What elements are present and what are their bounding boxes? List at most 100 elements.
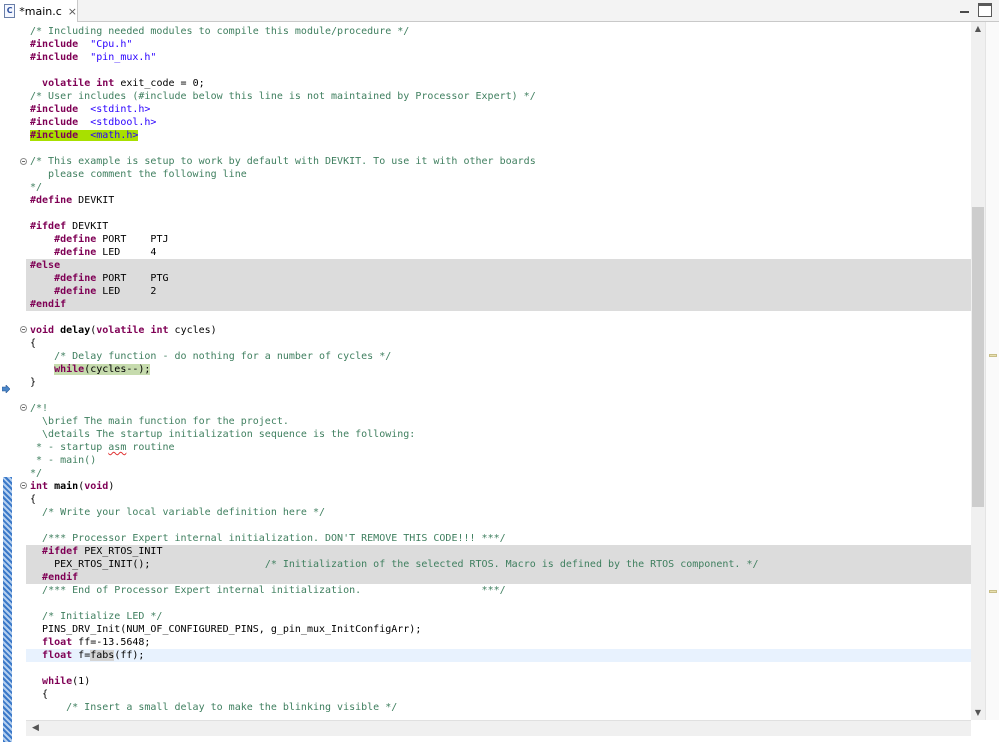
tab-main-c[interactable]: C *main.c × [0, 0, 78, 22]
code-line[interactable] [26, 389, 971, 402]
code-line[interactable]: #include <math.h> [26, 129, 971, 142]
code-line[interactable]: */ [26, 467, 971, 480]
code-line[interactable]: int main(void) [26, 480, 971, 493]
code-line[interactable]: while(1) [26, 675, 971, 688]
code-token: */ [30, 182, 43, 193]
code-line[interactable] [26, 662, 971, 675]
code-token: PEX_RTOS_INIT(); [30, 559, 265, 570]
code-line[interactable]: /* Insert a small delay to make the blin… [26, 701, 971, 714]
code-line[interactable] [26, 519, 971, 532]
code-token: /* Delay function - do nothing for a num… [54, 351, 392, 362]
code-line[interactable]: * - main() [26, 454, 971, 467]
code-line[interactable] [26, 311, 971, 324]
code-line[interactable]: #include "Cpu.h" [26, 38, 971, 51]
code-line[interactable]: /*** Processor Expert internal initializ… [26, 532, 971, 545]
code-token: int [30, 481, 49, 492]
code-token: <stdbool.h> [90, 117, 157, 128]
code-line[interactable] [26, 64, 971, 77]
code-token: #define [54, 273, 97, 284]
code-editor[interactable]: /* Including needed modules to compile t… [26, 22, 971, 720]
code-token: "Cpu.h" [90, 39, 133, 50]
code-line[interactable]: /* Including needed modules to compile t… [26, 25, 971, 38]
code-line[interactable]: /*! [26, 402, 971, 415]
code-line[interactable] [26, 142, 971, 155]
code-line[interactable]: please comment the following line [26, 168, 971, 181]
code-line[interactable]: #define PORT PTG [26, 272, 971, 285]
code-line[interactable]: #ifdef DEVKIT [26, 220, 971, 233]
maximize-icon[interactable] [978, 3, 992, 17]
code-token: \details The startup initialization sequ… [30, 429, 416, 440]
code-token: #define [54, 247, 97, 258]
code-token: { [30, 338, 37, 349]
code-line[interactable]: #else [26, 259, 971, 272]
code-token: please comment the following line [30, 169, 247, 180]
overview-marker[interactable] [989, 354, 997, 357]
code-line[interactable]: \details The startup initialization sequ… [26, 428, 971, 441]
code-line[interactable]: #define PORT PTJ [26, 233, 971, 246]
code-line[interactable]: #include <stdbool.h> [26, 116, 971, 129]
code-line[interactable]: PEX_RTOS_INIT(); /* Initialization of th… [26, 558, 971, 571]
code-line[interactable]: /* User includes (#include below this li… [26, 90, 971, 103]
code-token: delay [60, 325, 91, 336]
code-token: #endif [42, 572, 79, 583]
code-line[interactable]: * - startup asm routine [26, 441, 971, 454]
code-line[interactable]: /*** End of Processor Expert internal in… [26, 584, 971, 597]
code-token: /* Including needed modules to compile t… [30, 26, 410, 37]
code-line[interactable]: { [26, 337, 971, 350]
code-token: <math.h> [90, 130, 139, 141]
code-token: int [150, 325, 169, 336]
code-line[interactable]: /* Delay function - do nothing for a num… [26, 350, 971, 363]
overview-marker[interactable] [989, 590, 997, 593]
code-line[interactable]: /* Initialize LED */ [26, 610, 971, 623]
code-line[interactable]: \brief The main function for the project… [26, 415, 971, 428]
code-token [78, 130, 91, 141]
code-line[interactable]: float ff=-13.5648; [26, 636, 971, 649]
editor-gutter[interactable] [0, 22, 27, 742]
tab-title: *main.c [19, 4, 62, 18]
code-line[interactable]: #define LED 2 [26, 285, 971, 298]
code-line[interactable]: volatile int exit_code = 0; [26, 77, 971, 90]
horizontal-scrollbar[interactable]: ◀ [26, 720, 971, 736]
minimize-icon[interactable] [958, 3, 972, 17]
code-token: main [54, 481, 79, 492]
code-line[interactable] [26, 597, 971, 610]
code-token: <stdint.h> [90, 104, 151, 115]
code-line[interactable]: { [26, 493, 971, 506]
overview-ruler[interactable] [985, 22, 999, 720]
code-line[interactable]: #include <stdint.h> [26, 103, 971, 116]
code-line[interactable]: float f=fabs(ff); [26, 649, 971, 662]
code-line[interactable]: { [26, 688, 971, 701]
code-line[interactable]: while(cycles--); [26, 363, 971, 376]
code-line[interactable]: */ [26, 181, 971, 194]
scroll-up-icon[interactable]: ▲ [973, 24, 983, 34]
code-line[interactable]: PINS_DRV_Init(NUM_OF_CONFIGURED_PINS, g_… [26, 623, 971, 636]
scroll-left-icon[interactable]: ◀ [32, 723, 39, 733]
scroll-down-icon[interactable]: ▼ [973, 708, 983, 718]
code-token: #include [30, 117, 79, 128]
close-icon[interactable]: × [68, 5, 77, 18]
code-line[interactable]: #include "pin_mux.h" [26, 51, 971, 64]
vertical-scrollbar[interactable]: ▲ ▼ [971, 22, 985, 720]
code-token: #include [30, 104, 79, 115]
code-token: routine [126, 442, 175, 453]
code-line[interactable] [26, 207, 971, 220]
code-line[interactable]: /* This example is setup to work by defa… [26, 155, 971, 168]
code-line[interactable]: #endif [26, 571, 971, 584]
code-line[interactable]: #ifdef PEX_RTOS_INIT [26, 545, 971, 558]
code-line[interactable]: #endif [26, 298, 971, 311]
code-line[interactable]: } [26, 376, 971, 389]
code-line[interactable]: #define DEVKIT [26, 194, 971, 207]
scroll-thumb[interactable] [972, 207, 984, 507]
code-line[interactable]: #define LED 4 [26, 246, 971, 259]
code-line[interactable]: /* Write your local variable definition … [26, 506, 971, 519]
code-line[interactable]: void delay(volatile int cycles) [26, 324, 971, 337]
